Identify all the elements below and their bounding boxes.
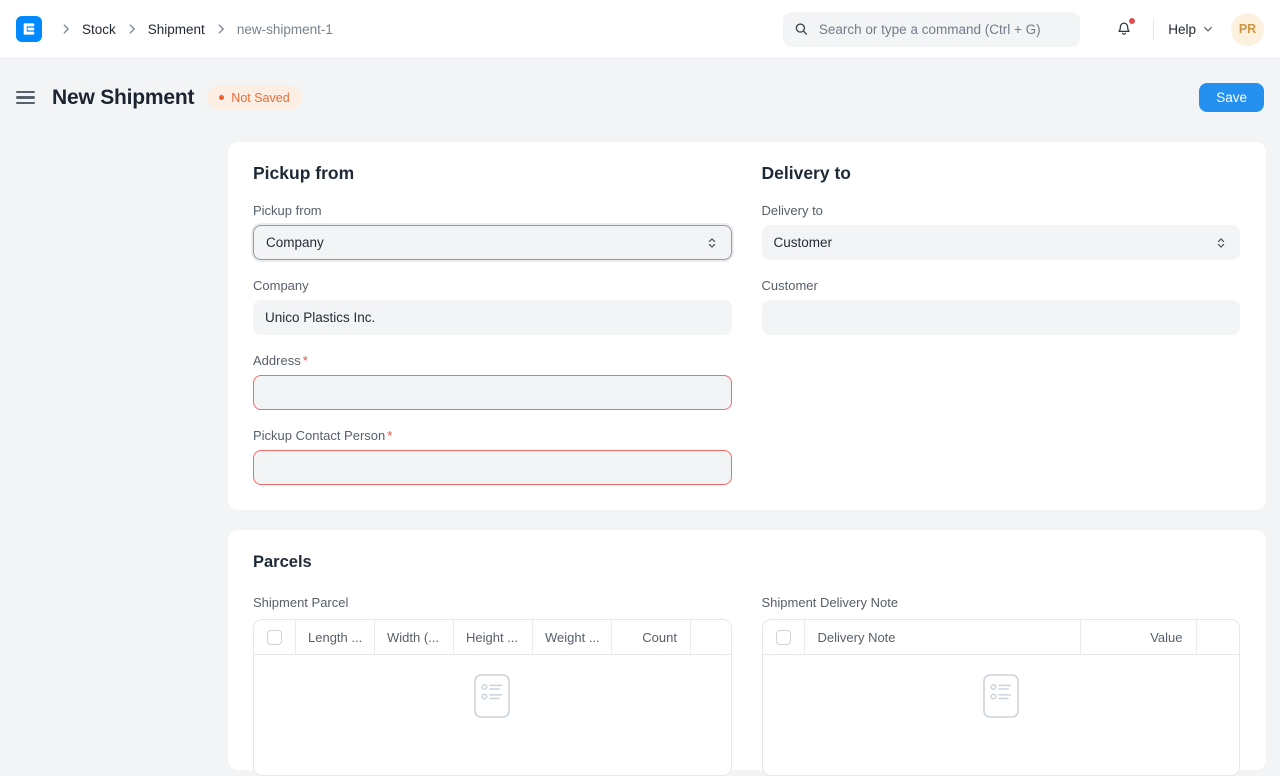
empty-list-icon: [982, 674, 1019, 718]
navbar-divider: [1153, 18, 1155, 40]
column-header-count: Count: [612, 620, 691, 654]
required-asterisk: *: [387, 428, 393, 443]
column-header-delivery-note: Delivery Note: [805, 620, 1081, 654]
help-label: Help: [1168, 21, 1196, 37]
select-all-checkbox[interactable]: [775, 629, 791, 645]
column-header-value: Value: [1081, 620, 1197, 654]
shipment-parcel-label: Shipment Parcel: [253, 595, 349, 610]
notification-dot: [1129, 18, 1136, 24]
select-all-checkbox[interactable]: [267, 629, 282, 645]
column-header-width: Width (...: [375, 620, 454, 654]
help-dropdown[interactable]: Help: [1168, 22, 1214, 37]
pickup-delivery-card: Pickup from Pickup from Company Company: [228, 142, 1266, 510]
pickup-from-column: Pickup from Pickup from Company Company: [253, 163, 732, 485]
company-input[interactable]: [253, 300, 732, 335]
status-dot-icon: [219, 95, 225, 100]
search-icon: [795, 23, 808, 35]
select-chevrons-icon: [708, 237, 715, 248]
user-avatar[interactable]: PR: [1231, 12, 1264, 46]
delivery-to-select[interactable]: Customer: [761, 225, 1240, 260]
pickup-contact-person-field: Pickup Contact Person *: [253, 428, 732, 485]
navbar: Stock Shipment new-shipment-1 Help PR: [0, 0, 1280, 59]
customer-label: Customer: [761, 278, 818, 293]
breadcrumb-stock[interactable]: Stock: [82, 22, 116, 37]
customer-field: Customer: [761, 278, 1240, 335]
column-header-weight: Weight ...: [533, 620, 612, 654]
address-field: Address *: [253, 353, 732, 410]
chevron-right-icon: [125, 22, 139, 36]
shipment-delivery-note-label: Shipment Delivery Note: [761, 595, 899, 610]
delivery-to-selected-value: Customer: [773, 235, 833, 250]
delivery-to-label: Delivery to: [761, 203, 823, 218]
address-label: Address *: [253, 353, 308, 368]
column-header-length: Length ...: [296, 620, 375, 654]
empty-list-icon: [474, 674, 511, 718]
shipment-parcel-empty-body: [254, 655, 731, 775]
pickup-contact-person-label: Pickup Contact Person *: [253, 428, 393, 443]
save-button[interactable]: Save: [1199, 83, 1264, 112]
shipment-parcel-column: Shipment Parcel Length ... Width (... He…: [253, 595, 732, 776]
parcels-card: Parcels Shipment Parcel Length ... Width…: [228, 530, 1266, 776]
page-header: New Shipment Not Saved Save: [0, 59, 1280, 112]
chevron-down-icon: [1204, 26, 1212, 32]
hamburger-icon: [16, 90, 35, 93]
pickup-from-field: Pickup from Company: [253, 203, 732, 260]
status-badge: Not Saved: [207, 86, 302, 109]
global-search[interactable]: [783, 11, 1081, 47]
shipment-delivery-note-table-header: Delivery Note Value: [762, 620, 1240, 655]
shipment-delivery-note-table: Delivery Note Value: [761, 619, 1240, 776]
company-field: Company: [253, 278, 732, 335]
pickup-from-heading: Pickup from: [253, 163, 355, 183]
notifications-button[interactable]: [1114, 18, 1136, 40]
pickup-from-selected-value: Company: [266, 235, 324, 250]
chevron-right-icon: [59, 22, 73, 36]
status-badge-label: Not Saved: [231, 90, 290, 105]
column-header-settings: [691, 620, 731, 654]
breadcrumb-shipment[interactable]: Shipment: [148, 22, 205, 37]
required-asterisk: *: [302, 353, 308, 368]
delivery-to-column: Delivery to Delivery to Customer Custome…: [761, 163, 1240, 485]
delivery-to-field: Delivery to Customer: [761, 203, 1240, 260]
delivery-to-heading: Delivery to: [761, 163, 851, 183]
erpnext-logo-icon[interactable]: [16, 16, 42, 42]
chevron-right-icon: [214, 22, 228, 36]
breadcrumb-current-doc: new-shipment-1: [236, 21, 333, 37]
shipment-parcel-table-header: Length ... Width (... Height ... Weight …: [254, 620, 731, 655]
sidebar-toggle-button[interactable]: [16, 89, 35, 107]
pickup-from-select[interactable]: Company: [253, 225, 732, 260]
form-body: Pickup from Pickup from Company Company: [228, 142, 1266, 776]
pickup-from-label: Pickup from: [253, 203, 322, 218]
parcels-heading: Parcels: [253, 553, 312, 571]
page-title: New Shipment: [52, 85, 195, 109]
search-input[interactable]: [816, 20, 1070, 38]
column-header-height: Height ...: [454, 620, 533, 654]
shipment-delivery-note-column: Shipment Delivery Note Delivery Note Val…: [761, 595, 1240, 776]
shipment-delivery-note-empty-body: [763, 655, 1240, 775]
column-header-settings: [1197, 620, 1240, 654]
pickup-contact-person-input[interactable]: [253, 450, 732, 485]
select-chevrons-icon: [1217, 237, 1225, 248]
logo-e-glyph: [23, 23, 35, 35]
address-input[interactable]: [253, 375, 732, 410]
customer-input[interactable]: [761, 300, 1240, 335]
breadcrumb: Stock Shipment new-shipment-1: [50, 22, 333, 37]
company-label: Company: [253, 278, 309, 293]
shipment-parcel-table: Length ... Width (... Height ... Weight …: [253, 619, 732, 776]
